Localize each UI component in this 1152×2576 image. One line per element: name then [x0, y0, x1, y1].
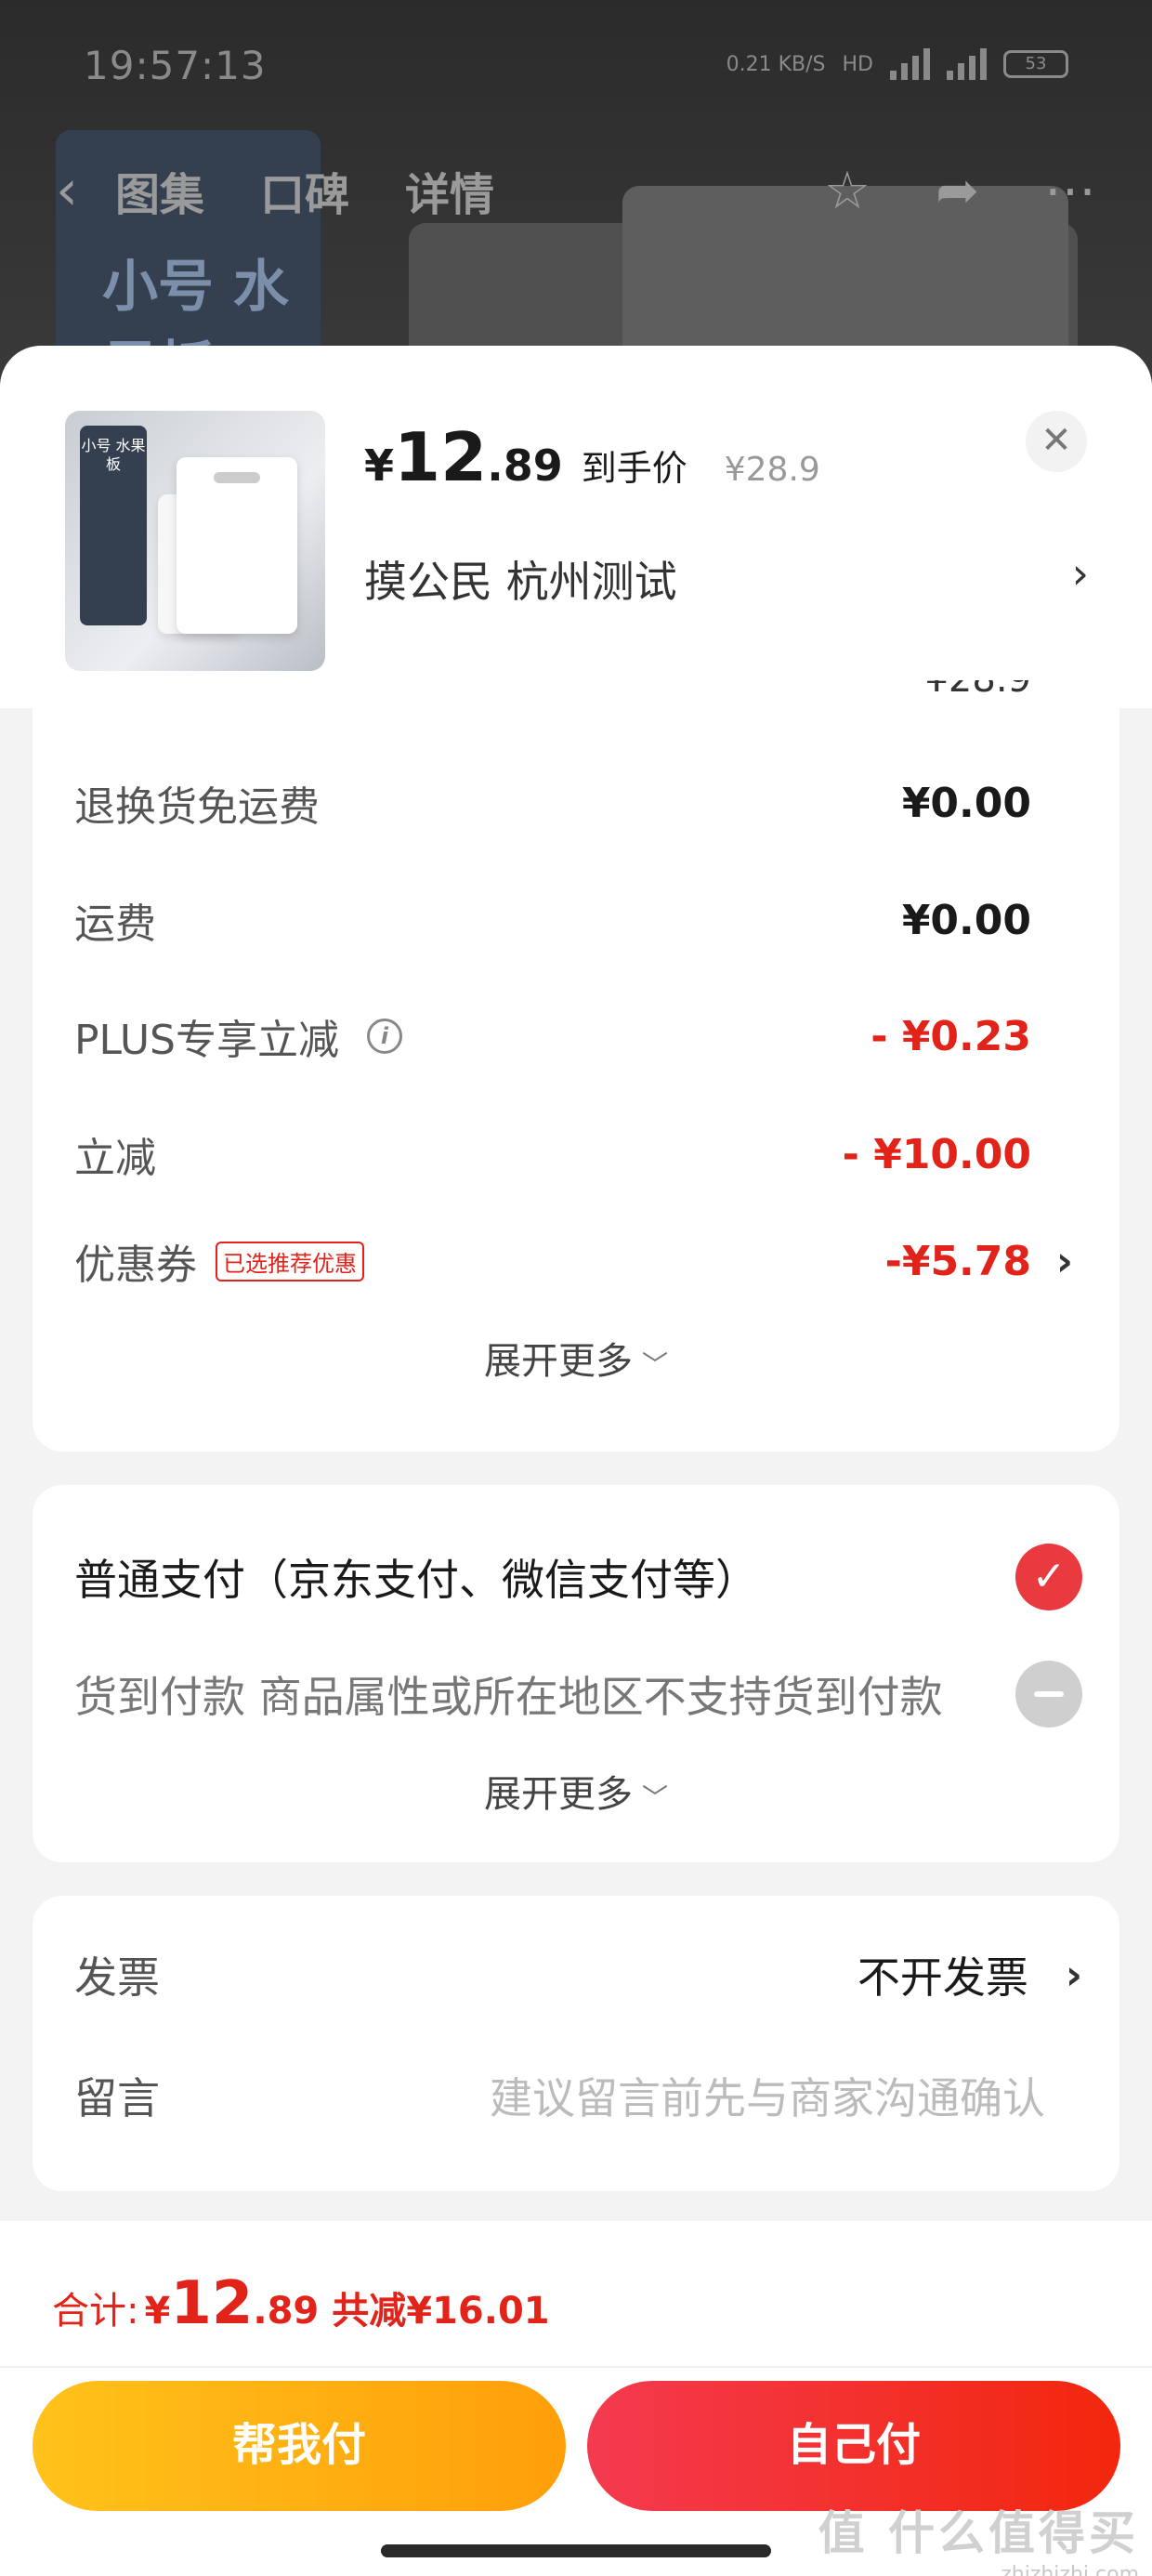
- payment-card: 普通支付（京东支付、微信支付等） ✓ 货到付款 商品属性或所在地区不支持货到付款…: [33, 1485, 1119, 1862]
- divider: [0, 2366, 1152, 2368]
- extras-card: 发票 不开发票 › 留言 建议留言前先与商家沟通确认: [33, 1896, 1119, 2191]
- address-selector[interactable]: 摸公民 杭州测试 ›: [364, 548, 1089, 610]
- note-row[interactable]: 留言 建议留言前先与商家沟通确认: [74, 2054, 1082, 2137]
- disabled-icon: [1015, 1661, 1082, 1728]
- chevron-right-icon: ›: [1065, 1951, 1082, 1999]
- hd-icon: HD: [842, 52, 873, 76]
- fee-row-shipping: 运费 ¥0.00: [74, 896, 1031, 949]
- fee-row-return-shipping: 退换货免运费 ¥0.00: [74, 779, 1031, 832]
- help-pay-button[interactable]: 帮我付: [33, 2381, 566, 2511]
- close-icon[interactable]: ✕: [1026, 411, 1087, 472]
- expand-fees-button[interactable]: 展开更多 ﹀: [33, 1331, 1119, 1385]
- payment-option-cod: 货到付款 商品属性或所在地区不支持货到付款: [74, 1652, 1082, 1736]
- total-line: 合计: ¥ 12 .89 共减¥16.01: [52, 2269, 550, 2338]
- background-page: 小号 水果板 19:57:13 0.21 KB/S HD 53 ‹ 图集 口碑 …: [0, 0, 1152, 390]
- signal-icon-2: [947, 48, 987, 80]
- more-icon[interactable]: ⋯: [1044, 161, 1096, 221]
- price-decimal: .89: [487, 440, 563, 491]
- status-icons: 0.21 KB/S HD 53: [727, 48, 1068, 80]
- address-text: 摸公民 杭州测试: [364, 557, 677, 607]
- tab-gallery[interactable]: 图集: [115, 158, 204, 223]
- back-icon[interactable]: ‹: [56, 158, 78, 223]
- tab-details[interactable]: 详情: [405, 158, 494, 223]
- watermark: 值 什么值得买 zhizhizhi.com: [818, 2506, 1139, 2576]
- status-time: 19:57:13: [84, 43, 267, 88]
- product-thumbnail[interactable]: 小号 水果板: [65, 411, 325, 671]
- thumbnail-tag: 小号 水果板: [80, 426, 147, 625]
- expand-payment-button[interactable]: 展开更多 ﹀: [33, 1764, 1119, 1818]
- self-pay-button[interactable]: 自己付: [587, 2381, 1120, 2511]
- price-currency: ¥: [364, 440, 395, 491]
- share-icon[interactable]: ➦: [936, 161, 979, 221]
- chevron-right-icon: ›: [1071, 548, 1089, 598]
- total-savings: 共减¥16.01: [332, 2290, 550, 2333]
- price-label: 到手价: [581, 448, 687, 489]
- fee-row-clipped: ¥28.9: [74, 680, 1031, 717]
- battery-icon: 53: [1003, 50, 1068, 78]
- product-header: 小号 水果板 ¥ 12 .89 到手价 ¥28.9 ✕ 摸公民 杭州测试 ›: [0, 346, 1152, 708]
- fee-row-coupon[interactable]: 优惠券 已选推荐优惠 -¥5.78 ›: [74, 1224, 1073, 1298]
- fee-row-instant-discount: 立减 - ¥10.00: [74, 1130, 1031, 1183]
- net-speed: 0.21 KB/S: [726, 52, 826, 76]
- info-icon[interactable]: i: [367, 1019, 402, 1054]
- chevron-right-icon: ›: [1055, 1237, 1073, 1285]
- product-nav: ‹ 图集 口碑 详情 ☆ ➦ ⋯: [56, 158, 1096, 223]
- note-input[interactable]: 建议留言前先与商家沟通确认: [490, 2065, 1045, 2126]
- chevron-down-icon: ﹀: [641, 1349, 668, 1380]
- checkmark-icon[interactable]: ✓: [1015, 1544, 1082, 1610]
- fees-card: ¥28.9 退换货免运费 ¥0.00 运费 ¥0.00 PLUS专享立减i - …: [33, 680, 1119, 1452]
- tab-reviews[interactable]: 口碑: [260, 158, 349, 223]
- star-icon[interactable]: ☆: [824, 161, 871, 221]
- checkout-bottom-bar: 合计: ¥ 12 .89 共减¥16.01 帮我付 自己付 值 什么值得买 zhi…: [0, 2221, 1152, 2576]
- fee-row-plus-discount: PLUS专享立减 i - ¥0.23: [74, 1012, 1031, 1065]
- home-indicator[interactable]: [381, 2544, 771, 2557]
- price-line: ¥ 12 .89 到手价 ¥28.9: [364, 418, 820, 496]
- chevron-down-icon: ﹀: [641, 1782, 668, 1813]
- invoice-row[interactable]: 发票 不开发票 ›: [74, 1933, 1082, 2017]
- coupon-badge: 已选推荐优惠: [216, 1241, 364, 1281]
- signal-icon: [890, 48, 930, 80]
- payment-option-normal[interactable]: 普通支付（京东支付、微信支付等） ✓: [74, 1535, 1082, 1619]
- original-price: ¥28.9: [724, 451, 820, 489]
- price-integer: 12: [394, 418, 488, 496]
